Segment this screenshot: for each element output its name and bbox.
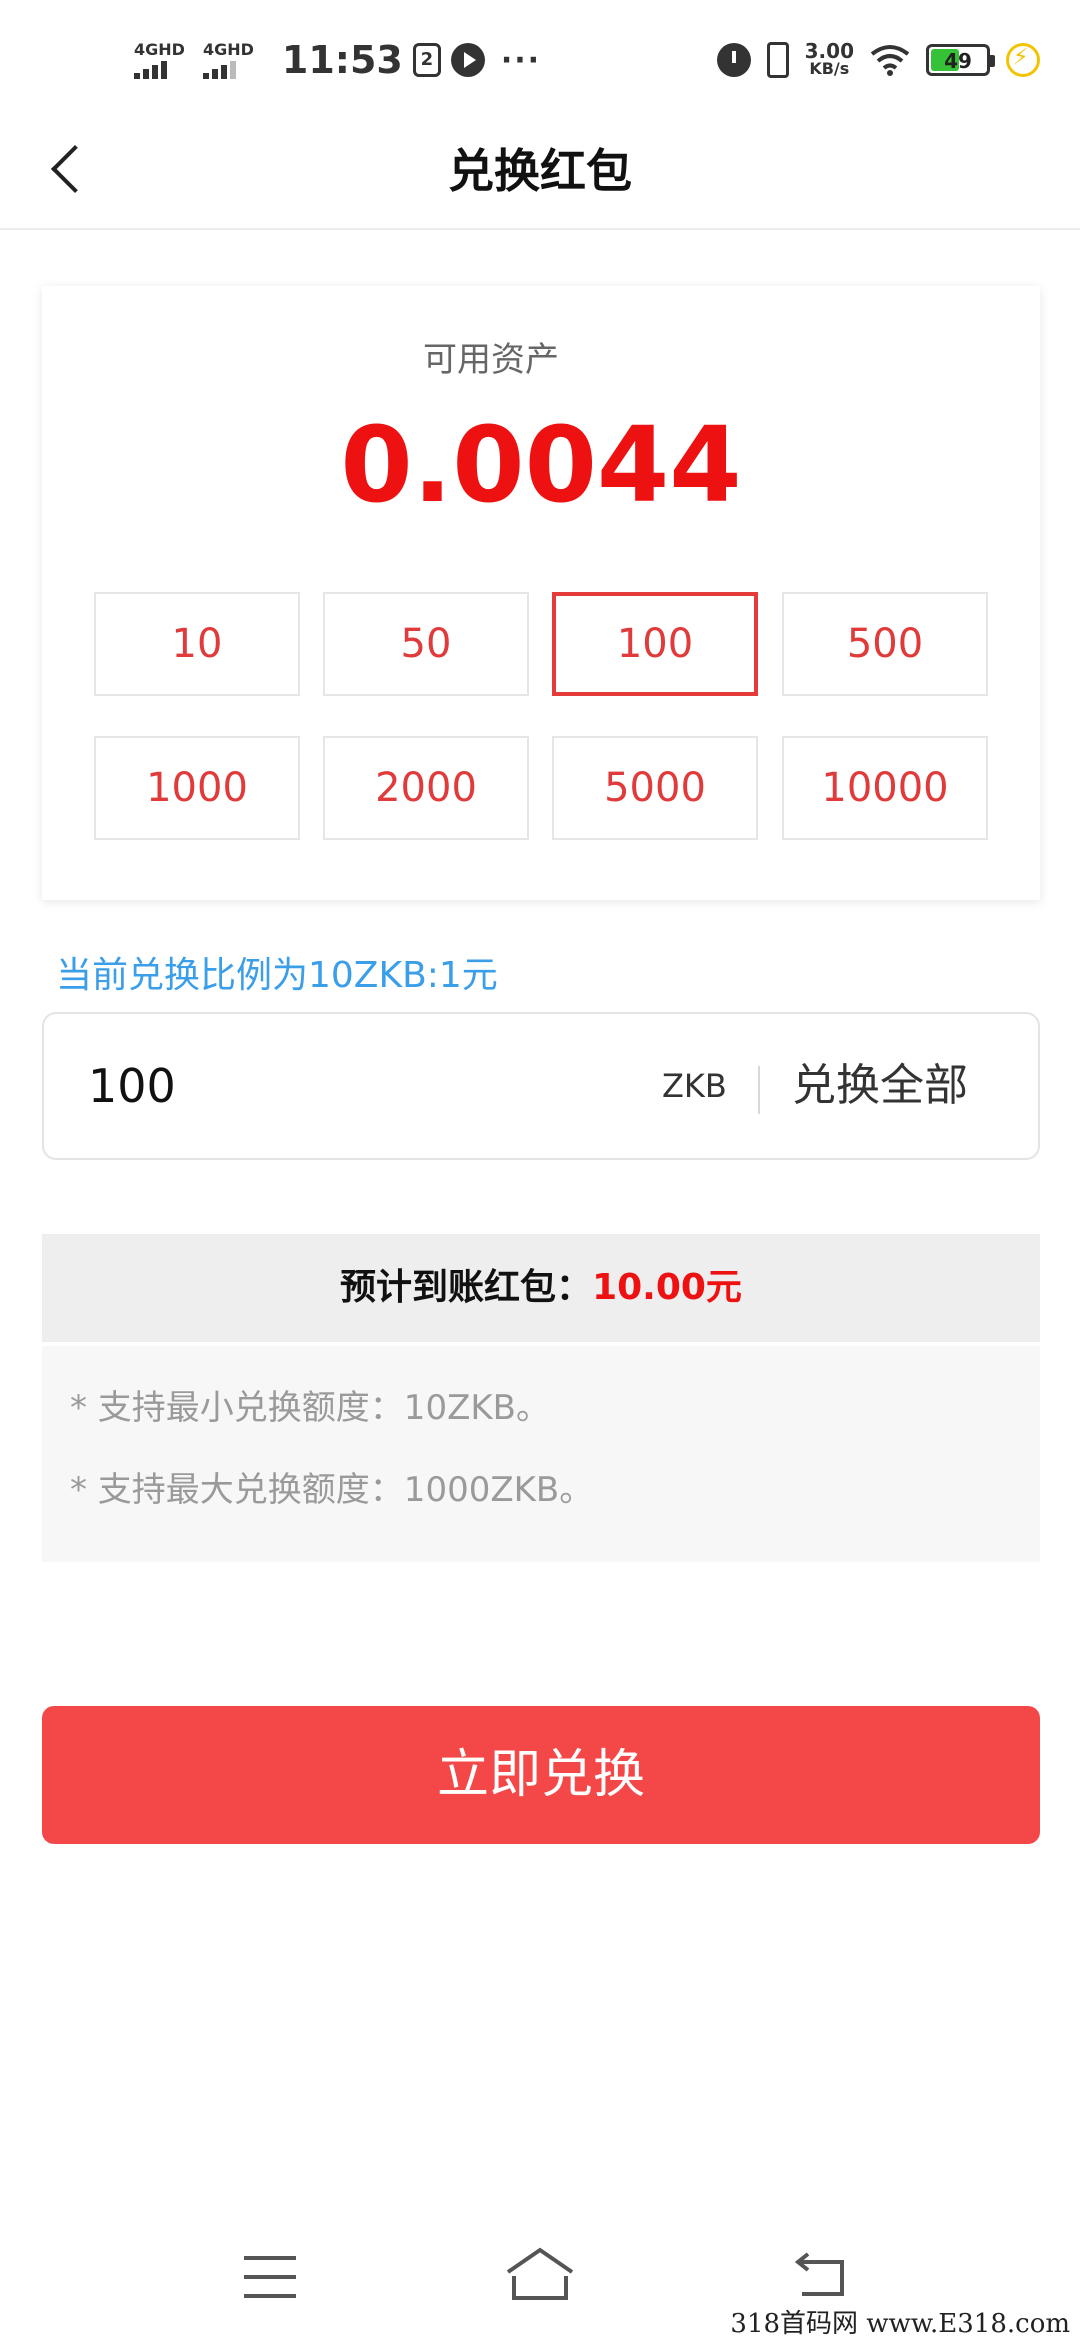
speed-unit: KB/s: [809, 59, 850, 78]
amount-option-100[interactable]: 100: [552, 592, 758, 696]
play-icon: [450, 43, 485, 77]
home-icon[interactable]: [504, 2246, 576, 2304]
battery-icon: 49: [926, 44, 995, 76]
status-left: 4GHD 4GHD 11:53 2 ···: [134, 30, 541, 90]
status-bar: 4GHD 4GHD 11:53 2 ··· 3.00 KB/s 49: [0, 0, 1080, 112]
max-limit-note: * 支持最大兑换额度：1000ZKB。: [70, 1470, 594, 1510]
status-right: 3.00 KB/s 49: [716, 30, 1040, 90]
limits-notes: * 支持最小兑换额度：10ZKB。 * 支持最大兑换额度：1000ZKB。: [42, 1346, 1040, 1562]
battery-level: 49: [944, 49, 972, 73]
speed-value: 3.00: [804, 39, 854, 63]
sim-icon: 2: [412, 43, 441, 77]
amount-input-field[interactable]: 100 ZKB 兑换全部: [42, 1012, 1040, 1160]
exchange-now-button[interactable]: 立即兑换: [42, 1706, 1040, 1844]
amount-option-5000[interactable]: 5000: [552, 736, 758, 840]
more-notifications: ···: [500, 42, 542, 78]
asset-card: 可用资产 0.0044 10 50 100 500 1000 2000 5000…: [42, 286, 1040, 900]
network-type-2: 4GHD: [202, 39, 254, 59]
page-title: 兑换红包: [448, 144, 632, 198]
exchange-rate-text: 当前兑换比例为10ZKB:1元: [56, 955, 498, 996]
amount-option-10000[interactable]: 10000: [782, 736, 988, 840]
amount-option-500[interactable]: 500: [782, 592, 988, 696]
signal-icon: 4GHD: [202, 39, 254, 79]
network-type-1: 4GHD: [134, 39, 185, 59]
signal-icon: 4GHD: [134, 39, 185, 79]
estimate-banner: 预计到账红包：10.00元: [42, 1234, 1040, 1342]
alarm-icon: [716, 43, 751, 77]
menu-icon[interactable]: [244, 2256, 296, 2298]
vibrate-icon: [766, 42, 789, 78]
amount-option-50[interactable]: 50: [323, 592, 529, 696]
available-assets-label: 可用资产: [423, 340, 559, 380]
amount-option-10[interactable]: 10: [94, 592, 300, 696]
estimate-amount: 10.00元: [592, 1267, 742, 1308]
divider: [758, 1066, 760, 1114]
network-speed: 3.00 KB/s: [804, 39, 854, 78]
amount-option-1000[interactable]: 1000: [94, 736, 300, 840]
available-assets-value: 0.0044: [340, 404, 742, 526]
amount-input-value[interactable]: 100: [88, 1014, 176, 1158]
charging-icon: [1006, 43, 1040, 77]
amount-option-2000[interactable]: 2000: [323, 736, 529, 840]
back-icon[interactable]: [794, 2248, 848, 2300]
min-limit-note: * 支持最小兑换额度：10ZKB。: [70, 1388, 550, 1428]
clock: 11:53: [281, 38, 403, 82]
exchange-all-button[interactable]: 兑换全部: [792, 1014, 968, 1158]
currency-unit: ZKB: [662, 1067, 727, 1105]
estimate-label: 预计到账红包：: [340, 1267, 593, 1308]
wifi-icon: [870, 45, 910, 76]
watermark-text: 318首码网 www.E318.com: [730, 2309, 1070, 2339]
page-header: 兑换红包: [0, 112, 1080, 230]
